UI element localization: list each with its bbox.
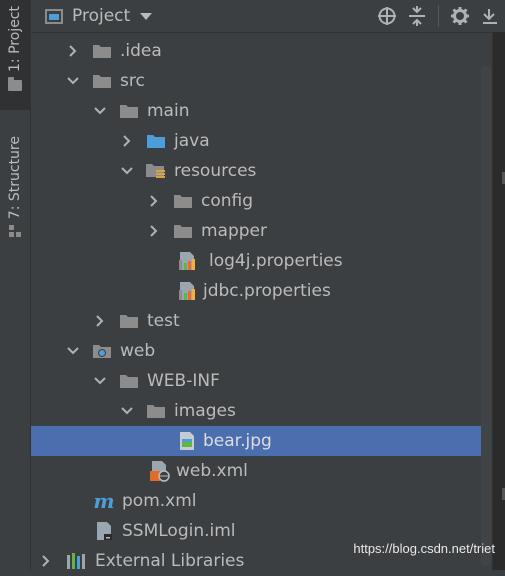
- folder-icon: [145, 400, 167, 422]
- source-folder-icon: [145, 130, 167, 152]
- collapse-arrow-icon[interactable]: [120, 164, 134, 178]
- locate-target-icon[interactable]: [372, 1, 402, 31]
- folder-icon: [91, 70, 113, 92]
- tree-item-web[interactable]: web: [31, 336, 491, 366]
- tree-item-main[interactable]: main: [31, 96, 491, 126]
- folder-icon: [118, 370, 140, 392]
- collapse-arrow-icon[interactable]: [66, 74, 80, 88]
- folder-icon: [118, 310, 140, 332]
- tree-item-label: src: [120, 71, 145, 91]
- tree-item-images[interactable]: images: [31, 396, 491, 426]
- tree-item-idea[interactable]: .idea: [31, 36, 491, 66]
- tree-item-label: java: [174, 131, 210, 151]
- tree-item-pom-xml[interactable]: m pom.xml: [31, 486, 491, 516]
- project-tab-label: 1: Project: [7, 6, 23, 72]
- collapse-all-icon[interactable]: [402, 1, 432, 31]
- expand-arrow-icon[interactable]: [120, 134, 134, 148]
- tree-item-label: bear.jpg: [203, 431, 272, 451]
- tree-item-bear-jpg[interactable]: bear.jpg: [31, 426, 491, 456]
- tree-item-config[interactable]: config: [31, 186, 491, 216]
- tree-item-label: web.xml: [176, 461, 248, 481]
- expand-arrow-icon[interactable]: [39, 554, 53, 568]
- tree-item-web-inf[interactable]: WEB-INF: [31, 366, 491, 396]
- tree-item-label: config: [201, 191, 254, 211]
- tree-item-web-xml[interactable]: web.xml: [31, 456, 491, 486]
- expand-arrow-icon[interactable]: [93, 314, 107, 328]
- tree-item-jdbc-properties[interactable]: jdbc.properties: [31, 276, 491, 306]
- project-view-icon: [45, 8, 63, 24]
- tool-window-stripe: 1: Project 7: Structure: [0, 0, 31, 570]
- collapse-arrow-icon[interactable]: [66, 344, 80, 358]
- hide-panel-icon[interactable]: [475, 1, 505, 31]
- header-toolbar: [372, 0, 505, 32]
- tree-item-label: log4j.properties: [209, 251, 343, 271]
- vertical-scrollbar[interactable]: [481, 66, 491, 566]
- resources-folder-icon: [145, 160, 167, 182]
- structure-tab-label: 7: Structure: [7, 136, 23, 220]
- web-xml-file-icon: [149, 460, 171, 482]
- tree-item-src[interactable]: src: [31, 66, 491, 96]
- expand-arrow-icon[interactable]: [66, 44, 80, 58]
- tree-item-label: pom.xml: [122, 491, 197, 511]
- tree-item-label: test: [147, 311, 180, 331]
- expand-arrow-icon[interactable]: [147, 194, 161, 208]
- folder-icon: [91, 40, 113, 62]
- tree-item-label: jdbc.properties: [203, 281, 331, 301]
- tree-item-label: main: [147, 101, 190, 121]
- image-file-icon: [176, 430, 198, 452]
- properties-file-icon: [176, 250, 198, 272]
- structure-icon: [9, 225, 21, 238]
- tree-item-label: mapper: [201, 221, 268, 241]
- tree-item-java[interactable]: java: [31, 126, 491, 156]
- tree-item-label: web: [120, 341, 156, 361]
- maven-icon: m: [93, 489, 115, 513]
- libraries-icon: [65, 550, 87, 572]
- folder-icon: [172, 220, 194, 242]
- project-panel-header: Project: [31, 0, 505, 33]
- watermark-text: https://blog.csdn.net/triet: [353, 541, 495, 556]
- expand-arrow-icon[interactable]: [147, 224, 161, 238]
- tree-item-label: External Libraries: [95, 551, 245, 571]
- tree-item-label: SSMLogin.iml: [122, 521, 236, 541]
- module-file-icon: [93, 520, 115, 542]
- folder-icon: [118, 100, 140, 122]
- tree-item-label: .idea: [120, 41, 162, 61]
- properties-file-icon: [176, 280, 198, 302]
- tree-item-label: images: [174, 401, 236, 421]
- tree-item-label: resources: [174, 161, 257, 181]
- tree-item-resources[interactable]: resources: [31, 156, 491, 186]
- structure-tool-tab[interactable]: 7: Structure: [0, 130, 30, 250]
- tree-item-mapper[interactable]: mapper: [31, 216, 491, 246]
- toolbar-separator: [438, 5, 439, 27]
- collapse-arrow-icon[interactable]: [93, 374, 107, 388]
- gear-icon[interactable]: [445, 1, 475, 31]
- project-view-title[interactable]: Project: [72, 6, 130, 26]
- project-folder-icon: [8, 76, 22, 91]
- project-tool-tab[interactable]: 1: Project: [0, 0, 30, 110]
- view-dropdown-chevron-icon[interactable]: [140, 12, 153, 20]
- web-folder-icon: [91, 340, 113, 362]
- folder-icon: [172, 190, 194, 212]
- tree-item-label: WEB-INF: [147, 371, 220, 391]
- collapse-arrow-icon[interactable]: [93, 104, 107, 118]
- collapse-arrow-icon[interactable]: [120, 404, 134, 418]
- tree-item-test[interactable]: test: [31, 306, 491, 336]
- tree-item-log4j-properties[interactable]: log4j.properties: [31, 246, 491, 276]
